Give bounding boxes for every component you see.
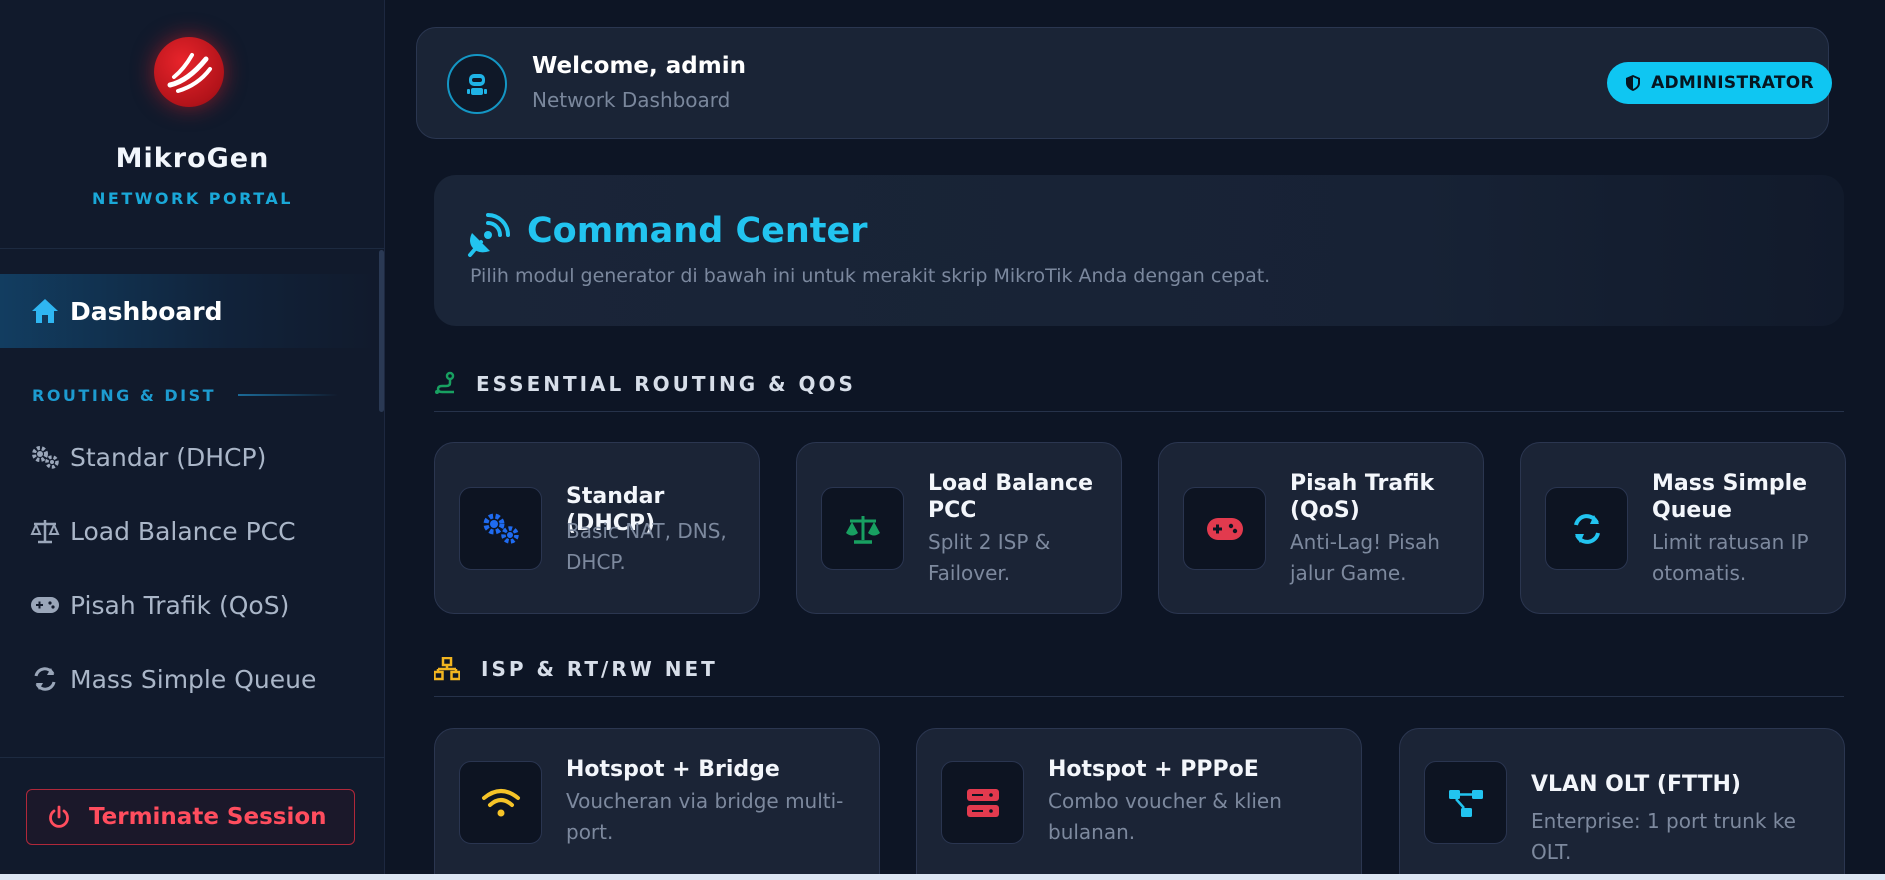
card-icon-box (941, 761, 1024, 844)
sidebar-item-label: Mass Simple Queue (70, 664, 317, 694)
card-load-balance-pcc[interactable]: Load Balance PCC Split 2 ISP & Failover. (796, 442, 1122, 614)
card-title: Pisah Trafik (QoS) (1290, 471, 1435, 523)
server-icon (966, 788, 999, 817)
sidebar-item-label: Pisah Trafik (QoS) (70, 590, 290, 620)
header-subtitle: Network Dashboard (532, 88, 731, 112)
nav-section-label: ROUTING & DIST (32, 385, 217, 405)
card-icon-box (1183, 487, 1266, 570)
page-title: Command Center (527, 211, 868, 251)
sidebar-item-standar-dhcp[interactable]: Standar (DHCP) (0, 420, 378, 494)
nav-section-routing: ROUTING & DIST (32, 385, 352, 405)
sidebar-item-dashboard[interactable]: Dashboard (0, 274, 378, 348)
gears-icon (483, 513, 519, 544)
section-label: ESSENTIAL ROUTING & QOS (476, 372, 856, 396)
card-icon-box (1545, 487, 1628, 570)
sidebar-item-load-balance-pcc[interactable]: Load Balance PCC (0, 494, 378, 568)
card-vlan-olt[interactable]: VLAN OLT (FTTH) Enterprise: 1 port trunk… (1399, 728, 1845, 880)
sidebar-item-label: Standar (DHCP) (70, 442, 267, 472)
wifi-icon (481, 788, 520, 816)
gamepad-icon (1206, 517, 1243, 540)
card-description: Combo voucher & klien bulanan. (1048, 789, 1282, 844)
card-description: Voucheran via bridge multi-port. (566, 789, 844, 844)
sync-icon (30, 664, 60, 694)
card-icon-box (459, 761, 542, 844)
brand-area: MikroGen NETWORK PORTAL (0, 0, 384, 249)
gamepad-icon (30, 590, 60, 620)
card-title: VLAN OLT (FTTH) (1531, 772, 1741, 797)
gears-icon (30, 442, 60, 472)
section-label: ISP & RT/RW NET (481, 657, 718, 681)
diagram-icon (1448, 789, 1483, 817)
sidebar-item-mass-simple-queue[interactable]: Mass Simple Queue (0, 642, 378, 716)
shield-icon (1625, 74, 1641, 92)
home-icon (30, 296, 60, 326)
role-badge-label: ADMINISTRATOR (1651, 73, 1814, 93)
card-standar-dhcp[interactable]: Standar (DHCP) Basic NAT, DNS, DHCP. (434, 442, 760, 614)
card-title: Hotspot + Bridge (566, 757, 780, 782)
card-description: Enterprise: 1 port trunk ke OLT. (1531, 809, 1796, 864)
page-description: Pilih modul generator di bawah ini untuk… (470, 265, 1271, 287)
sidebar-item-label: Load Balance PCC (70, 516, 296, 546)
card-title: Load Balance PCC (928, 471, 1094, 523)
role-badge[interactable]: ADMINISTRATOR (1607, 62, 1832, 104)
card-description: Basic NAT, DNS, DHCP. (566, 519, 727, 574)
section-isp-rtrw-net: ISP & RT/RW NET (433, 655, 1844, 697)
card-icon-box (1424, 761, 1507, 844)
sync-icon (1573, 513, 1600, 544)
power-icon (47, 805, 71, 829)
brand-subtitle: NETWORK PORTAL (92, 189, 293, 208)
network-icon (433, 656, 461, 685)
card-hotspot-bridge[interactable]: Hotspot + Bridge Voucheran via bridge mu… (434, 728, 880, 880)
terminate-session-button[interactable]: Terminate Session (26, 789, 355, 845)
route-icon (434, 371, 456, 399)
welcome-text: Welcome, admin (532, 53, 746, 79)
brand-name: MikroGen (115, 143, 270, 174)
top-header: Welcome, admin Network Dashboard ADMINIS… (416, 27, 1832, 139)
command-center-banner: Command Center Pilih modul generator di … (434, 175, 1844, 326)
sidebar-item-pisah-trafik[interactable]: Pisah Trafik (QoS) (0, 568, 378, 642)
card-pisah-trafik[interactable]: Pisah Trafik (QoS) Anti-Lag! Pisah jalur… (1158, 442, 1484, 614)
sidebar-item-label: Dashboard (70, 296, 223, 326)
card-description: Limit ratusan IP otomatis. (1652, 530, 1809, 585)
card-hotspot-pppoe[interactable]: Hotspot + PPPoE Combo voucher & klien bu… (916, 728, 1362, 880)
sidebar: MikroGen NETWORK PORTAL Dashboard ROUTIN… (0, 0, 385, 874)
card-description: Split 2 ISP & Failover. (928, 530, 1051, 585)
robot-icon (467, 74, 487, 95)
sidebar-scrollbar[interactable] (379, 250, 384, 412)
card-icon-box (459, 487, 542, 570)
scale-icon (845, 515, 880, 544)
card-mass-simple-queue[interactable]: Mass Simple Queue Limit ratusan IP otoma… (1520, 442, 1846, 614)
terminate-session-label: Terminate Session (89, 804, 327, 830)
avatar[interactable] (447, 54, 507, 114)
card-title: Mass Simple Queue (1652, 471, 1808, 523)
card-description: Anti-Lag! Pisah jalur Game. (1290, 530, 1440, 585)
card-icon-box (821, 487, 904, 570)
satellite-dish-icon (466, 213, 510, 261)
section-divider (238, 394, 339, 396)
card-title: Hotspot + PPPoE (1048, 757, 1259, 782)
mikrotik-logo-icon (154, 37, 224, 107)
window-bottom-edge (0, 874, 1885, 880)
scale-icon (30, 516, 60, 546)
section-essential-routing: ESSENTIAL ROUTING & QOS (434, 370, 1844, 412)
